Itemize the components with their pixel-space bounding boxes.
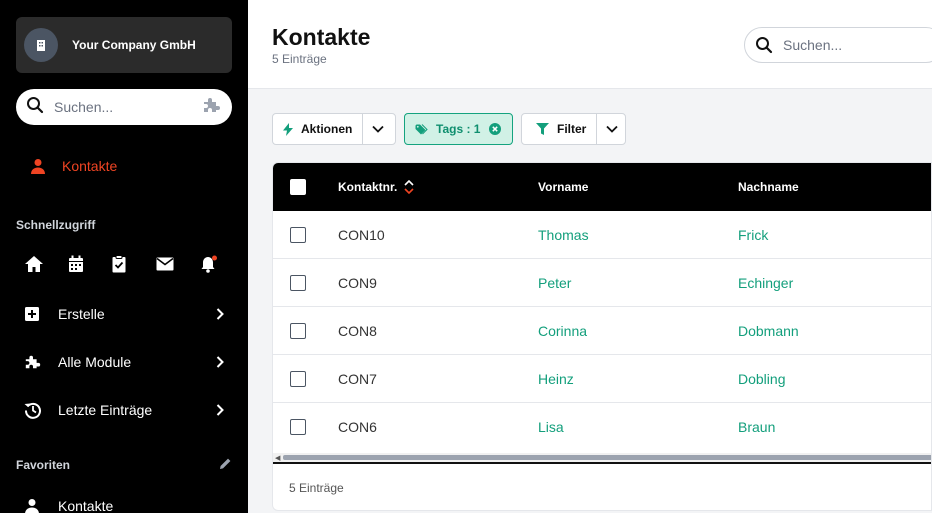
sidebar-item-alle-module[interactable]: Alle Module [24,348,224,376]
actions-dropdown-toggle[interactable] [362,114,393,144]
clear-icon[interactable] [489,123,502,135]
sidebar-item-label: Kontakte [62,158,118,174]
puzzle-icon [24,354,42,370]
row-checkbox[interactable] [290,419,306,435]
sidebar-item-letzte-eintraege[interactable]: Letzte Einträge [24,396,224,424]
mail-icon[interactable] [156,257,200,271]
filter-label: Filter [557,122,587,136]
column-header-kontaktnr[interactable]: Kontaktnr. [338,163,414,211]
sort-icon[interactable] [404,180,414,194]
scrollbar-thumb[interactable] [283,455,931,460]
chevron-down-icon [606,125,618,133]
contact-number: CON8 [338,322,377,339]
table-row[interactable]: CON7 Heinz Dobling [273,355,931,403]
table-row[interactable]: CON10 Thomas Frick [273,211,931,259]
select-all-checkbox[interactable] [290,179,306,195]
clipboard-check-icon[interactable] [112,255,156,273]
first-name-link[interactable]: Peter [538,259,571,306]
contact-number: CON6 [338,419,377,435]
chevron-right-icon [216,356,224,368]
filter-button[interactable]: Filter [522,114,596,144]
actions-label: Aktionen [301,122,353,136]
sidebar: Your Company GmbH Kontakte Schnellzugrif… [0,0,248,513]
building-icon [24,28,58,62]
last-name-link[interactable]: Frick [738,211,768,258]
search-icon [26,96,44,119]
contacts-table: Kontaktnr. Vorname Nachname CON10 Thomas… [272,162,932,511]
calendar-icon[interactable] [68,255,112,273]
sidebar-item-erstelle[interactable]: Erstelle [24,300,224,328]
page-title: Kontakte [272,24,371,50]
person-icon [24,498,40,513]
sidebar-item-label: Alle Module [58,354,132,370]
chevron-down-icon [372,125,384,133]
quick-access-bar [24,255,244,273]
last-name-link[interactable]: Dobmann [738,307,799,354]
column-header-vorname[interactable]: Vorname [538,163,588,211]
table-footer-count: 5 Einträge [273,462,931,510]
last-name-link[interactable]: Dobling [738,355,785,402]
record-count: 5 Einträge [272,52,327,66]
sidebar-item-label: Erstelle [58,306,105,322]
row-checkbox[interactable] [290,274,306,291]
sidebar-item-label: Letzte Einträge [58,402,153,418]
sidebar-search-input[interactable] [54,99,184,115]
row-checkbox[interactable] [290,370,306,387]
favorites-label: Favoriten [16,458,71,472]
last-name-link[interactable]: Braun [738,403,775,451]
funnel-icon [536,123,549,135]
history-icon [24,401,42,419]
first-name-link[interactable]: Thomas [538,211,589,258]
bell-icon[interactable] [200,255,244,273]
tags-label: Tags : 1 [436,122,481,136]
contact-number: CON9 [338,274,377,291]
chevron-right-icon [216,404,224,416]
favorite-item-kontakte[interactable]: Kontakte [24,492,224,513]
last-name-link[interactable]: Echinger [738,259,793,306]
first-name-link[interactable]: Corinna [538,307,587,354]
horizontal-scrollbar[interactable]: ◀ [273,453,931,462]
plus-square-icon [24,306,40,322]
table-row[interactable]: CON8 Corinna Dobmann [273,307,931,355]
row-checkbox[interactable] [290,322,306,339]
filter-button-group: Filter [521,113,626,145]
page-header: Kontakte 5 Einträge [248,0,932,89]
lightning-icon [283,122,293,136]
actions-button-group: Aktionen [272,113,396,145]
main-search[interactable] [744,27,932,63]
table-header: Kontaktnr. Vorname Nachname [273,163,931,211]
tags-filter-button[interactable]: Tags : 1 [404,113,513,145]
company-switcher[interactable]: Your Company GmbH [16,17,232,73]
filter-dropdown-toggle[interactable] [596,114,627,144]
scroll-left-icon[interactable]: ◀ [275,454,280,462]
sidebar-search[interactable] [16,89,232,125]
column-label: Kontaktnr. [338,180,398,194]
contact-number: CON10 [338,226,385,243]
puzzle-icon[interactable] [202,97,222,118]
main-search-input[interactable] [783,37,923,53]
home-icon[interactable] [24,255,68,273]
pencil-icon[interactable] [219,457,232,475]
sidebar-item-kontakte[interactable]: Kontakte [16,152,232,180]
quick-access-label: Schnellzugriff [16,218,96,232]
favorite-item-label: Kontakte [58,498,114,513]
first-name-link[interactable]: Heinz [538,355,574,402]
person-icon [30,158,46,174]
table-row[interactable]: CON9 Peter Echinger [273,259,931,307]
row-checkbox[interactable] [290,226,306,243]
chevron-right-icon [216,308,224,320]
column-header-nachname[interactable]: Nachname [738,163,799,211]
contact-number: CON7 [338,370,377,387]
first-name-link[interactable]: Lisa [538,403,564,451]
actions-button[interactable]: Aktionen [273,114,362,144]
tag-icon [415,123,428,135]
search-icon [755,36,773,54]
table-row[interactable]: CON6 Lisa Braun [273,403,931,451]
company-name: Your Company GmbH [72,38,196,52]
